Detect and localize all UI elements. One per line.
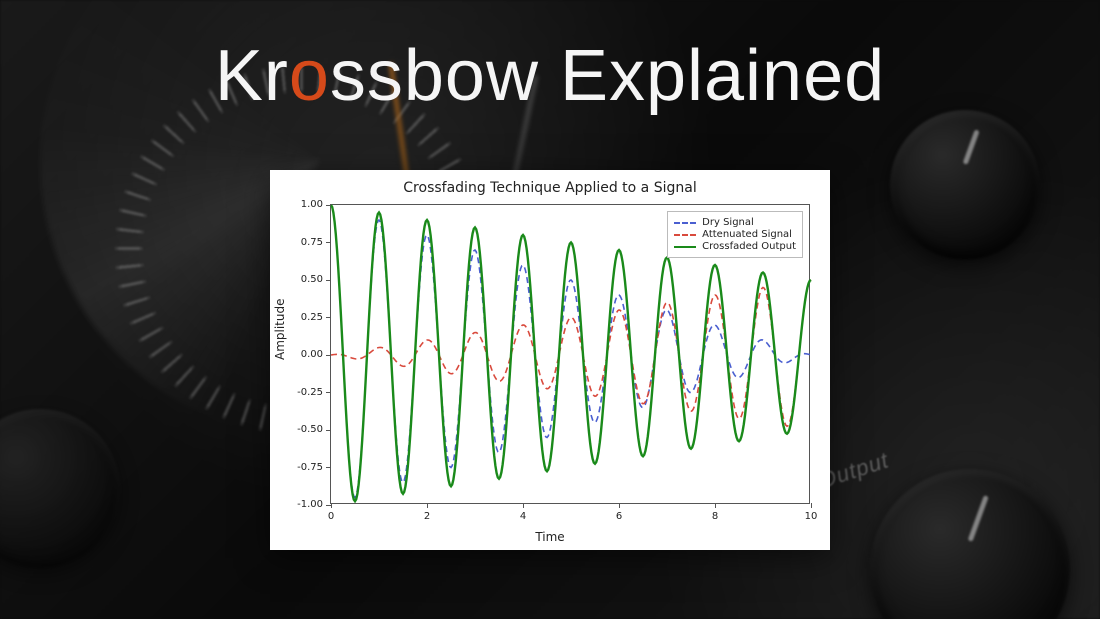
legend-swatch-attenuated <box>674 234 696 236</box>
ytick-mark <box>326 355 331 356</box>
xtick-label: 10 <box>801 511 821 522</box>
title-pre: Kr <box>215 36 289 116</box>
legend-swatch-dry <box>674 222 696 224</box>
xtick-label: 0 <box>321 511 341 522</box>
ytick-mark <box>326 205 331 206</box>
ytick-label: -0.50 <box>289 424 323 435</box>
series-attenuated-signal <box>331 280 811 426</box>
ytick-label: -1.00 <box>289 499 323 510</box>
ytick-mark <box>326 392 331 393</box>
xtick-mark <box>427 503 428 508</box>
ytick-label: 0.50 <box>289 274 323 285</box>
ytick-label: -0.75 <box>289 462 323 473</box>
xtick-label: 8 <box>705 511 725 522</box>
ytick-label: -0.25 <box>289 387 323 398</box>
ytick-mark <box>326 317 331 318</box>
chart-ylabel: Amplitude <box>273 299 287 361</box>
xtick-mark <box>715 503 716 508</box>
xtick-mark <box>811 503 812 508</box>
xtick-mark <box>619 503 620 508</box>
xtick-label: 4 <box>513 511 533 522</box>
ytick-mark <box>326 242 331 243</box>
legend-label-attenuated: Attenuated Signal <box>702 229 792 240</box>
title-post: ssbow Explained <box>330 36 885 116</box>
ytick-mark <box>326 430 331 431</box>
ytick-label: 0.25 <box>289 312 323 323</box>
ytick-label: 0.75 <box>289 237 323 248</box>
chart-legend: Dry Signal Attenuated Signal Crossfaded … <box>667 211 803 258</box>
chart-panel: Crossfading Technique Applied to a Signa… <box>270 170 830 550</box>
ytick-mark <box>326 280 331 281</box>
page-title: Krossbow Explained <box>0 35 1100 117</box>
title-accent-o: o <box>289 36 330 116</box>
xtick-mark <box>523 503 524 508</box>
chart-title: Crossfading Technique Applied to a Signa… <box>270 180 830 196</box>
ytick-mark <box>326 467 331 468</box>
legend-label-crossfaded: Crossfaded Output <box>702 241 796 252</box>
legend-label-dry: Dry Signal <box>702 217 754 228</box>
legend-row-crossfaded: Crossfaded Output <box>674 241 796 252</box>
chart-plot-area: Dry Signal Attenuated Signal Crossfaded … <box>330 204 810 504</box>
xtick-label: 6 <box>609 511 629 522</box>
ytick-label: 0.00 <box>289 349 323 360</box>
legend-row-dry: Dry Signal <box>674 217 796 228</box>
chart-xlabel: Time <box>270 530 830 544</box>
xtick-mark <box>331 503 332 508</box>
ytick-label: 1.00 <box>289 199 323 210</box>
xtick-label: 2 <box>417 511 437 522</box>
legend-row-attenuated: Attenuated Signal <box>674 229 796 240</box>
legend-swatch-crossfaded <box>674 246 696 248</box>
knob-top-right <box>890 110 1040 260</box>
